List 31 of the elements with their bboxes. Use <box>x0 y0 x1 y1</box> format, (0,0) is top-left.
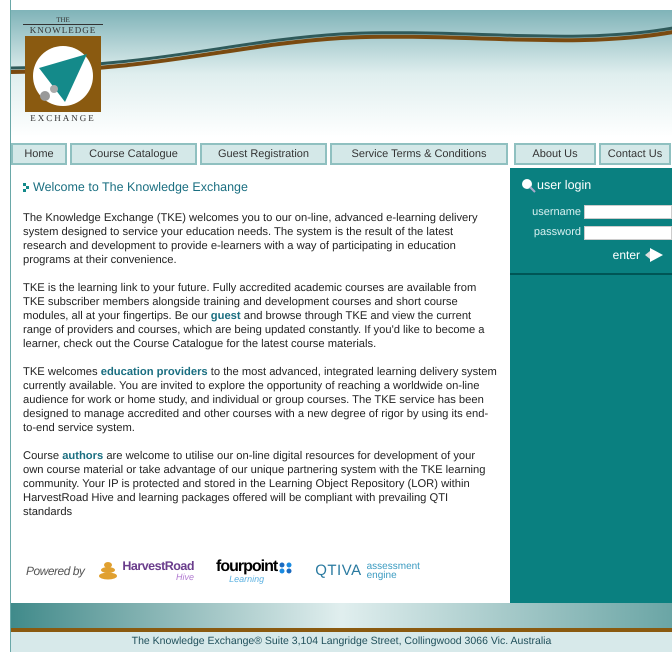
logo-text: EXCHANGE <box>30 112 96 124</box>
nav-tab[interactable]: Home <box>11 143 67 165</box>
input-field[interactable] <box>584 226 672 240</box>
logo-name: fourpoint <box>216 558 278 575</box>
paragraph: TKE welcomes education providers to the most advanced, integrated learning delivery system currently available. You are invited to explore the opportunity of reaching a worldwide on-line audience for work or home study, and individual or group courses. The TKE service has been designed to manage accredited and other courses with a new degree of rigor by using its end-to-end service system. <box>23 364 498 435</box>
arrow-icon <box>644 246 664 264</box>
logo-subtitle: assessment engine <box>366 562 421 580</box>
nav-tab[interactable]: Guest Registration <box>200 143 327 165</box>
login-title: user login <box>537 177 592 194</box>
nav-tab[interactable]: About Us <box>514 143 596 165</box>
bullet-icon <box>23 182 30 192</box>
powered-by-label: Powered by <box>26 563 84 580</box>
nav-tab[interactable]: Contact Us <box>599 143 671 165</box>
nav-tab[interactable]: Course Catalogue <box>70 143 197 165</box>
field-label: password <box>534 225 581 240</box>
nav-tab[interactable]: Service Terms & Conditions <box>330 143 508 165</box>
paragraph: TKE is the learning link to your future. Fully accredited academic courses are available from TKE subscriber members alongside training and development courses and short course modules, all at your fingertips. Be our guest and browse through TKE and view the current range of providers and courses, which are being updated constantly. If you'd like to become a learner, check out the Course Catalogue for the latest course materials. <box>23 280 486 351</box>
logo-subtitle: Learning <box>229 574 264 584</box>
enter-button[interactable]: enter <box>612 246 664 264</box>
input-field[interactable] <box>584 205 672 219</box>
logo-text: KNOWLEDGE <box>23 24 103 35</box>
logo-subtitle: Hive <box>176 573 194 582</box>
welcome-heading: Welcome to The Knowledge Exchange <box>33 179 248 196</box>
field-label: username <box>532 204 581 220</box>
dots-icon <box>279 562 294 574</box>
paragraph: Course authors are welcome to utilise our on-line digital resources for development of your own course material or take advantage of our unique partnering system with the TKE learning community. Your IP is protected and stored in the Learning Object Repository (LOR) within HarvestRoad Hive and learning packages offered will be compliant with prevailing QTI standards <box>23 448 486 519</box>
beehive-icon <box>98 562 118 580</box>
paragraph: The Knowledge Exchange (TKE) welcomes you to our on-line, advanced e-learning delivery system designed to service your education needs. The system is the result of the latest research and development to provide e-learners with a way of participating in education programs at their convenience. <box>23 210 479 267</box>
footer-address: The Knowledge Exchange® Suite 3,104 Langridge Street, Collingwood 3066 Vic. Australia <box>132 634 552 649</box>
logo-name: HarvestRoad <box>122 560 194 574</box>
logo-name: QTIVA <box>315 561 362 581</box>
